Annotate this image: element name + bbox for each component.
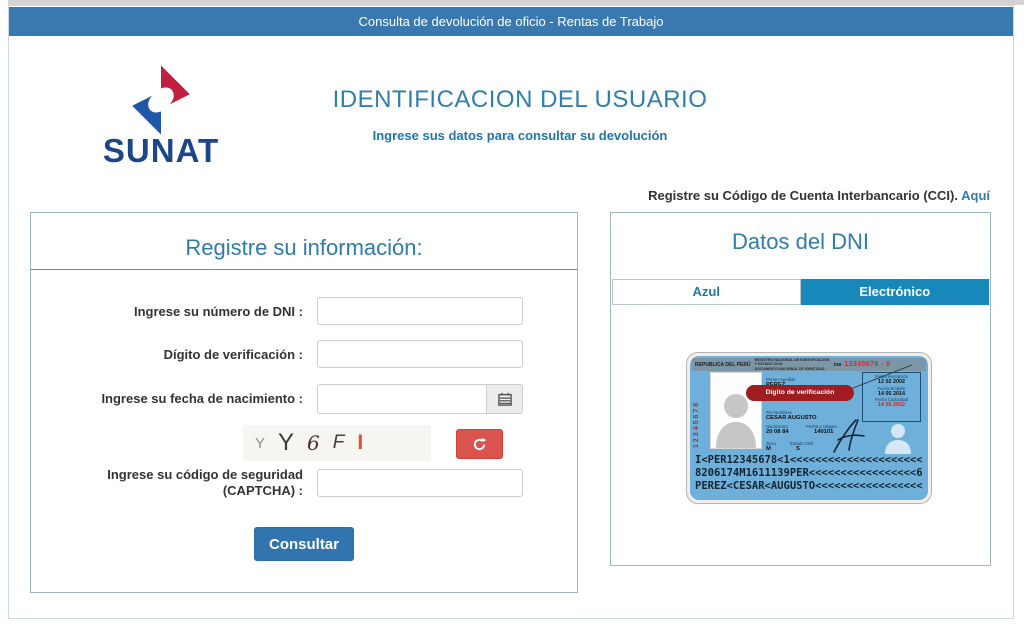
badge-pointer-line [690,356,928,500]
captcha-char: 6 [307,431,320,455]
captcha-label-line2: (CAPTCHA) : [31,483,303,499]
captcha-char: I [357,431,363,455]
captcha-char: Y [255,435,265,452]
registration-form-panel: Registre su información: Ingrese su núme… [30,212,578,593]
sunat-diamond-icon [124,64,198,136]
dni-card-frame: REPUBLICA DEL PERÚ REGISTRO NACIONAL DE … [686,352,932,504]
refresh-icon [472,437,487,452]
sunat-logo: SUNAT [83,64,239,170]
dni-panel-title: Datos del DNI [611,229,990,255]
sunat-logo-text: SUNAT [83,132,239,170]
form-title: Registre su información: [31,235,577,261]
cci-aqui-link[interactable]: Aquí [961,188,990,203]
captcha-field-label: Ingrese su código de seguridad (CAPTCHA)… [31,467,303,499]
captcha-input[interactable] [317,469,523,497]
page-title: IDENTIFICACION DEL USUARIO [295,86,745,114]
cci-register-line: Registre su Código de Cuenta Interbancar… [648,188,990,203]
title-divider [31,269,577,270]
birth-date-label: Ingrese su fecha de nacimiento : [31,384,303,414]
captcha-label-line1: Ingrese su código de seguridad [31,467,303,483]
check-digit-label: Dígito de verificación : [31,340,303,370]
birth-date-input[interactable] [317,384,486,414]
intro-block: IDENTIFICACION DEL USUARIO Ingrese sus d… [295,86,745,143]
captcha-char: Y [278,429,294,457]
page-header-title: Consulta de devolución de oficio - Renta… [9,7,1013,36]
calendar-icon [498,392,512,406]
captcha-image: Y Y 6 F I [243,425,431,461]
cci-text: Registre su Código de Cuenta Interbancar… [648,188,961,203]
dni-panel: Datos del DNI Azul Electrónico REPUBLICA… [610,212,991,566]
dni-input[interactable] [317,297,523,325]
digit-verification-badge: Dígito de verificación [746,385,854,401]
dni-label: Ingrese su número de DNI : [31,297,303,327]
page-subtitle: Ingrese sus datos para consultar su devo… [295,128,745,143]
consultar-button[interactable]: Consultar [254,527,354,561]
birth-date-group [317,384,523,414]
captcha-refresh-button[interactable] [456,429,503,459]
dni-tabs: Azul Electrónico [612,279,989,305]
captcha-char: F [333,432,345,454]
tab-electronico[interactable]: Electrónico [801,279,990,305]
dni-card: REPUBLICA DEL PERÚ REGISTRO NACIONAL DE … [690,356,928,500]
date-picker-button[interactable] [486,384,523,414]
tab-azul[interactable]: Azul [612,279,801,305]
check-digit-input[interactable] [317,340,523,368]
